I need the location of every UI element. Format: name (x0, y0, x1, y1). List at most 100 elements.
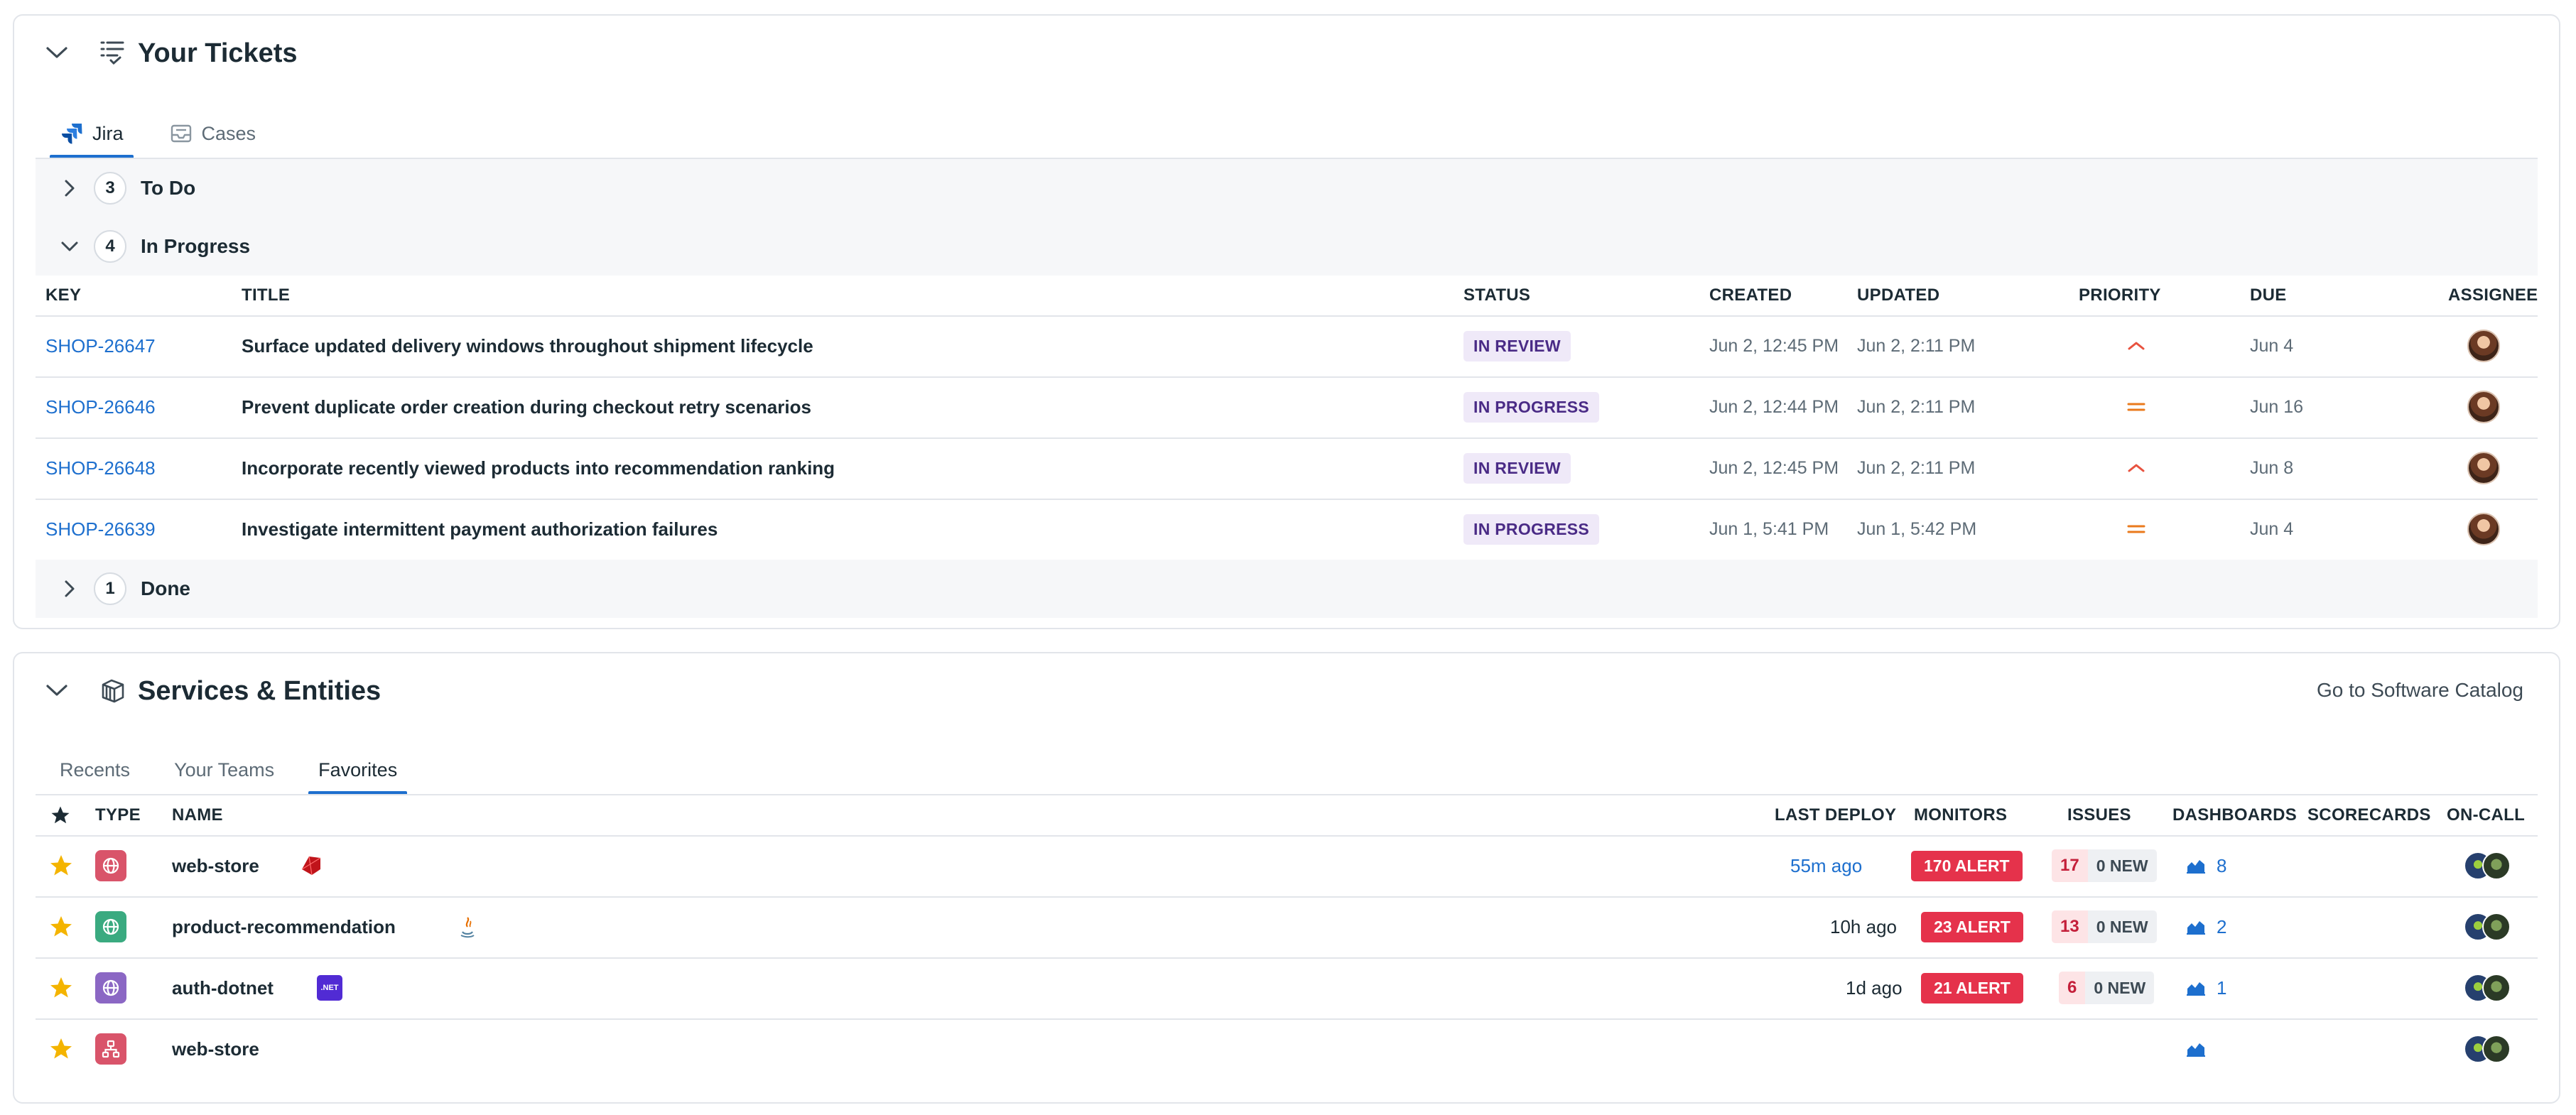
issues-badge[interactable]: 17 0 NEW (2052, 849, 2157, 882)
services-entities-panel: Services & Entities Go to Software Catal… (13, 652, 2560, 1104)
dashboards-link[interactable]: 1 (2185, 957, 2226, 1018)
service-type-icon (95, 850, 126, 881)
on-call-avatars[interactable] (2464, 972, 2511, 1003)
collapse-services-button[interactable] (41, 675, 72, 706)
col-assignee[interactable]: ASSIGNEE (2448, 276, 2538, 315)
ticket-title[interactable]: Prevent duplicate order creation during … (242, 376, 811, 437)
ticket-source-tabs: Jira Cases (50, 108, 291, 159)
col-on-call[interactable]: ON-CALL (2447, 795, 2525, 835)
chevron-down-icon[interactable] (55, 232, 84, 261)
service-name-link[interactable]: auth-dotnet (172, 957, 274, 1018)
status-badge: IN PROGRESS (1463, 513, 1600, 545)
col-scorecards[interactable]: SCORECARDS (2307, 795, 2431, 835)
issues-badge[interactable]: 60 NEW (2059, 972, 2155, 1004)
dashboards-count: 8 (2217, 854, 2227, 876)
service-name-link[interactable]: web-store (172, 835, 259, 896)
todo-count-badge: 3 (94, 172, 126, 205)
monitor-alert-badge[interactable]: 21 ALERT (1921, 972, 2023, 1003)
col-created[interactable]: CREATED (1709, 276, 1792, 315)
col-due[interactable]: DUE (2250, 276, 2287, 315)
ticket-title[interactable]: Investigate intermittent payment authori… (242, 499, 718, 560)
services-title: Services & Entities (138, 676, 381, 706)
done-label: Done (141, 577, 190, 599)
catalog-icon (97, 674, 129, 707)
dashboards-count: 2 (2217, 915, 2227, 937)
collapse-tickets-button[interactable] (41, 37, 72, 68)
chevron-right-icon[interactable] (55, 174, 84, 202)
ticket-title[interactable]: Surface updated delivery windows through… (242, 315, 813, 376)
status-badge: IN PROGRESS (1463, 391, 1600, 423)
issues-new: 0 NEW (2085, 972, 2155, 1004)
ticket-key-link[interactable]: SHOP-26648 (45, 437, 156, 499)
dashboards-link[interactable]: 8 (2185, 835, 2226, 896)
table-row[interactable]: SHOP-26646 Prevent duplicate order creat… (36, 376, 2538, 439)
col-last-deploy[interactable]: LAST DEPLOY (1775, 795, 1896, 835)
table-row[interactable]: product-recommendation 10h ago 23 ALERT … (36, 896, 2538, 959)
tab-cases[interactable]: Cases (159, 108, 266, 159)
dashboards-link[interactable] (2185, 1018, 2207, 1079)
col-dashboards[interactable]: DASHBOARDS (2172, 795, 2297, 835)
col-monitors[interactable]: MONITORS (1914, 795, 2007, 835)
table-row[interactable]: SHOP-26639 Investigate intermittent paym… (36, 499, 2538, 560)
group-done[interactable]: 1 Done (36, 560, 2538, 618)
group-in-progress[interactable]: 4 In Progress (36, 217, 2538, 276)
ticket-title[interactable]: Incorporate recently viewed products int… (242, 437, 835, 499)
assignee-avatar[interactable] (2467, 391, 2500, 423)
jira-icon (60, 121, 84, 146)
on-call-avatars[interactable] (2464, 850, 2511, 881)
issues-count: 13 (2052, 910, 2088, 943)
ticket-key-link[interactable]: SHOP-26639 (45, 499, 156, 560)
col-priority[interactable]: PRIORITY (2079, 276, 2161, 315)
dashboards-link[interactable]: 2 (2185, 896, 2226, 957)
tab-jira[interactable]: Jira (50, 108, 134, 159)
table-row[interactable]: web-store 55m ago 170 ALERT 17 0 NEW 8 (36, 835, 2538, 898)
favorite-star-icon[interactable] (48, 835, 74, 896)
priority-high-icon (2126, 315, 2147, 376)
in-progress-count-badge: 4 (94, 230, 126, 263)
due-date: Jun 4 (2250, 518, 2294, 539)
issues-badge[interactable]: 13 0 NEW (2052, 910, 2157, 943)
service-name-link[interactable]: web-store (172, 1018, 259, 1079)
assignee-avatar[interactable] (2467, 330, 2500, 362)
on-call-avatars[interactable] (2464, 1033, 2511, 1065)
on-call-avatars[interactable] (2464, 911, 2511, 942)
col-updated[interactable]: UPDATED (1857, 276, 1939, 315)
service-type-icon (95, 972, 126, 1003)
favorite-star-icon[interactable] (48, 957, 74, 1018)
assignee-avatar[interactable] (2467, 513, 2500, 545)
table-row[interactable]: auth-dotnet .NET 1d ago 21 ALERT 60 NEW … (36, 957, 2538, 1020)
due-date: Jun 8 (2250, 457, 2294, 478)
service-name-link[interactable]: product-recommendation (172, 896, 396, 957)
monitor-alert-badge[interactable]: 23 ALERT (1921, 911, 2023, 942)
created-date: Jun 2, 12:45 PM (1709, 335, 1839, 356)
tab-your-teams[interactable]: Your Teams (164, 744, 284, 795)
go-to-software-catalog-link[interactable]: Go to Software Catalog (2317, 679, 2523, 702)
table-row[interactable]: SHOP-26648 Incorporate recently viewed p… (36, 437, 2538, 500)
monitor-alert-badge[interactable]: 170 ALERT (1911, 850, 2023, 881)
priority-high-icon (2126, 437, 2147, 499)
due-date: Jun 4 (2250, 335, 2294, 356)
issues-new: 0 NEW (2087, 910, 2157, 943)
ticket-key-link[interactable]: SHOP-26647 (45, 315, 156, 376)
col-status[interactable]: STATUS (1463, 276, 1530, 315)
col-type[interactable]: TYPE (95, 795, 141, 835)
last-deploy-link[interactable]: 55m ago (1790, 835, 1862, 896)
col-issues[interactable]: ISSUES (2067, 795, 2131, 835)
chevron-right-icon[interactable] (55, 575, 84, 603)
col-key[interactable]: KEY (45, 276, 81, 315)
tab-cases-label: Cases (201, 122, 256, 144)
table-row[interactable]: SHOP-26647 Surface updated delivery wind… (36, 315, 2538, 378)
favorite-star-icon[interactable] (48, 896, 74, 957)
favorite-star-icon[interactable] (48, 1018, 74, 1079)
group-todo[interactable]: 3 To Do (36, 159, 2538, 217)
updated-date: Jun 2, 2:11 PM (1857, 335, 1976, 356)
col-name[interactable]: NAME (172, 795, 223, 835)
col-title[interactable]: TITLE (242, 276, 290, 315)
ticket-key-link[interactable]: SHOP-26646 (45, 376, 156, 437)
tab-recents[interactable]: Recents (50, 744, 140, 795)
tab-favorites[interactable]: Favorites (308, 744, 408, 795)
issues-count: 6 (2059, 972, 2086, 1004)
updated-date: Jun 2, 2:11 PM (1857, 457, 1976, 478)
table-row[interactable]: web-store (36, 1018, 2538, 1079)
assignee-avatar[interactable] (2467, 452, 2500, 484)
